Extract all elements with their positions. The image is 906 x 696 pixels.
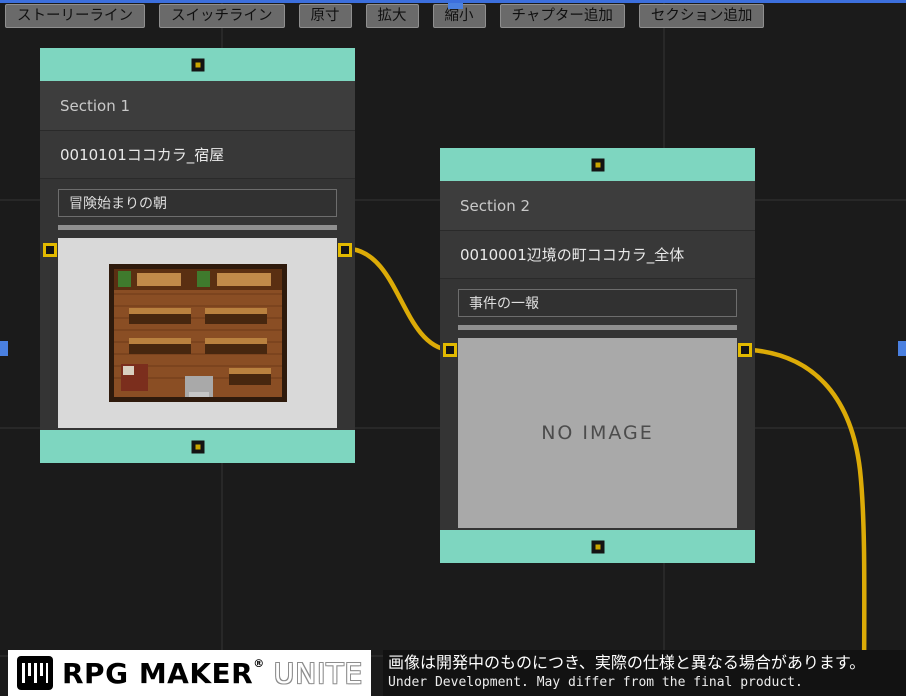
node-top-bar[interactable]	[40, 48, 355, 81]
registered-mark: ®	[253, 657, 265, 670]
disclaimer-box: 画像は開発中のものにつき、実際の仕様と異なる場合があります。 Under Dev…	[383, 650, 906, 696]
event-label-field[interactable]	[458, 289, 737, 317]
rpg-maker-unite-logo: RPG MAKER® UNITE	[8, 650, 371, 696]
toolbar: ストーリーライン スイッチライン 原寸 拡大 縮小 チャプター追加 セクション追…	[5, 4, 764, 28]
zoom-in-button[interactable]: 拡大	[366, 4, 419, 28]
product-text: UNITE	[274, 657, 364, 690]
add-section-button[interactable]: セクション追加	[639, 4, 765, 28]
section-node-1[interactable]: Section 1 0010101ココカラ_宿屋	[40, 48, 355, 463]
input-port[interactable]	[443, 343, 457, 357]
connection-wire-1[interactable]	[351, 249, 449, 350]
event-label-scrollbar[interactable]	[58, 225, 337, 230]
switchline-button[interactable]: スイッチライン	[159, 4, 285, 28]
canvas-edge-marker-left[interactable]	[0, 341, 8, 356]
canvas-edge-marker-right[interactable]	[898, 341, 906, 356]
window-focus-line	[0, 0, 906, 3]
output-port[interactable]	[738, 343, 752, 357]
node-title: Section 2	[440, 181, 755, 231]
node-bottom-handle[interactable]	[591, 540, 604, 553]
storyline-button[interactable]: ストーリーライン	[5, 4, 145, 28]
rpg-maker-logo-icon	[17, 656, 53, 690]
node-map-id: 0010001辺境の町ココカラ_全体	[440, 231, 755, 279]
map-thumbnail[interactable]: NO IMAGE	[458, 338, 737, 528]
node-top-handle[interactable]	[591, 158, 604, 171]
inn-map-image	[109, 264, 287, 402]
disclaimer-japanese: 画像は開発中のものにつき、実際の仕様と異なる場合があります。	[388, 652, 901, 673]
actual-size-button[interactable]: 原寸	[299, 4, 352, 28]
output-port[interactable]	[338, 243, 352, 257]
node-bottom-handle[interactable]	[191, 440, 204, 453]
no-image-label: NO IMAGE	[541, 422, 654, 444]
event-label-field[interactable]	[58, 189, 337, 217]
node-top-bar[interactable]	[440, 148, 755, 181]
node-map-id: 0010101ココカラ_宿屋	[40, 131, 355, 179]
event-label-scrollbar[interactable]	[458, 325, 737, 330]
input-port[interactable]	[43, 243, 57, 257]
node-bottom-bar[interactable]	[40, 430, 355, 463]
brand-text: RPG MAKER®	[62, 657, 265, 690]
section-node-2[interactable]: Section 2 0010001辺境の町ココカラ_全体 NO IMAGE	[440, 148, 755, 563]
connection-wire-2[interactable]	[752, 350, 864, 696]
node-top-handle[interactable]	[191, 58, 204, 71]
node-title: Section 1	[40, 81, 355, 131]
node-bottom-bar[interactable]	[440, 530, 755, 563]
add-chapter-button[interactable]: チャプター追加	[500, 4, 625, 28]
node-canvas[interactable]: ストーリーライン スイッチライン 原寸 拡大 縮小 チャプター追加 セクション追…	[0, 0, 906, 696]
disclaimer-english: Under Development. May differ from the f…	[388, 673, 901, 693]
map-thumbnail[interactable]	[58, 238, 337, 428]
